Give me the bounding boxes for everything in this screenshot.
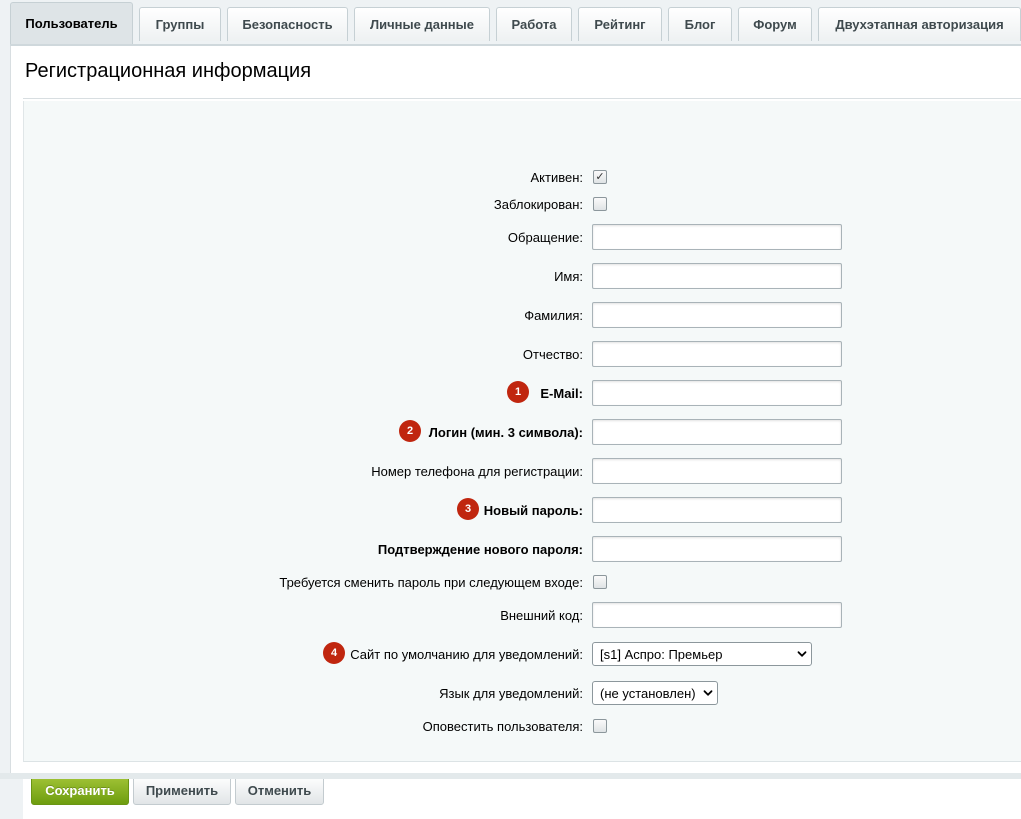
row-new-password: 3 Новый пароль: — [24, 495, 1021, 525]
tab-forum[interactable]: Форум — [738, 7, 812, 41]
first-name-input[interactable] — [592, 263, 842, 289]
checkmark-icon: ✓ — [595, 170, 605, 183]
row-notify-user: Оповестить пользователя: — [24, 711, 1021, 741]
new-password-input[interactable] — [592, 497, 842, 523]
button-bar: Сохранить Применить Отменить — [23, 762, 1021, 819]
language-label: Язык для уведомлений: — [439, 685, 583, 701]
cancel-button[interactable]: Отменить — [235, 775, 324, 805]
row-language: Язык для уведомлений: (не установлен) — [24, 678, 1021, 708]
step-marker-3: 3 — [457, 498, 479, 520]
row-change-password: Требуется сменить пароль при следующем в… — [24, 567, 1021, 597]
phone-input[interactable] — [592, 458, 842, 484]
active-checkbox[interactable]: ✓ — [593, 170, 607, 184]
language-value: (не установлен) — [600, 685, 696, 701]
blocked-label: Заблокирован: — [493, 196, 583, 212]
row-last-name: Фамилия: — [24, 300, 1021, 330]
default-site-select[interactable]: [s1] Аспро: Премьер — [592, 642, 812, 666]
row-external-code: Внешний код: — [24, 600, 1021, 630]
tab-bar: Пользователь Группы Безопасность Личные … — [10, 2, 1021, 46]
step-marker-1: 1 — [507, 381, 529, 403]
new-password-label: Новый пароль: — [483, 502, 583, 518]
notify-user-label: Оповестить пользователя: — [422, 718, 583, 734]
page-footer-strip — [0, 773, 1021, 779]
row-login: 2 Логин (мин. 3 символа): — [24, 417, 1021, 447]
section-title-divider — [23, 98, 1021, 99]
save-button[interactable]: Сохранить — [31, 775, 129, 805]
registration-form: Активен: ✓ Заблокирован: Обращение: Имя:… — [23, 101, 1021, 762]
row-active: Активен: ✓ — [24, 162, 1021, 192]
confirm-password-input[interactable] — [592, 536, 842, 562]
language-select[interactable]: (не установлен) — [592, 681, 718, 705]
user-edit-panel: Регистрационная информация Активен: ✓ За… — [10, 46, 1021, 819]
tab-user[interactable]: Пользователь — [10, 2, 133, 44]
active-label: Активен: — [530, 169, 583, 185]
tab-work[interactable]: Работа — [496, 7, 572, 41]
section-title: Регистрационная информация — [25, 60, 312, 82]
default-site-label: Сайт по умолчанию для уведомлений: — [350, 646, 583, 662]
blocked-checkbox[interactable] — [593, 197, 607, 211]
salutation-label: Обращение: — [507, 229, 583, 245]
change-password-checkbox[interactable] — [593, 575, 607, 589]
email-input[interactable] — [592, 380, 842, 406]
row-middle-name: Отчество: — [24, 339, 1021, 369]
email-label: E-Mail: — [540, 385, 583, 401]
row-default-site: 4 Сайт по умолчанию для уведомлений: [s1… — [24, 639, 1021, 669]
tab-security[interactable]: Безопасность — [227, 7, 348, 41]
phone-label: Номер телефона для регистрации: — [371, 463, 583, 479]
last-name-label: Фамилия: — [524, 307, 583, 323]
salutation-input[interactable] — [592, 224, 842, 250]
tab-rating[interactable]: Рейтинг — [578, 7, 662, 41]
row-salutation: Обращение: — [24, 222, 1021, 252]
external-code-input[interactable] — [592, 602, 842, 628]
row-blocked: Заблокирован: — [24, 189, 1021, 219]
tab-groups[interactable]: Группы — [139, 7, 221, 41]
tab-two-factor-auth[interactable]: Двухэтапная авторизация — [818, 7, 1021, 41]
middle-name-label: Отчество: — [522, 346, 583, 362]
external-code-label: Внешний код: — [500, 607, 583, 623]
notify-user-checkbox[interactable] — [593, 719, 607, 733]
middle-name-input[interactable] — [592, 341, 842, 367]
row-confirm-password: Подтверждение нового пароля: — [24, 534, 1021, 564]
chevron-down-icon — [797, 651, 807, 657]
first-name-label: Имя: — [554, 268, 583, 284]
confirm-password-label: Подтверждение нового пароля: — [377, 541, 583, 557]
row-email: 1 E-Mail: — [24, 378, 1021, 408]
tab-personal-data[interactable]: Личные данные — [354, 7, 490, 41]
default-site-value: [s1] Аспро: Премьер — [600, 646, 723, 662]
step-marker-4: 4 — [323, 642, 345, 664]
row-phone: Номер телефона для регистрации: — [24, 456, 1021, 486]
row-first-name: Имя: — [24, 261, 1021, 291]
login-label: Логин (мин. 3 символа): — [428, 424, 583, 440]
step-marker-2: 2 — [399, 420, 421, 442]
tab-blog[interactable]: Блог — [668, 7, 732, 41]
login-input[interactable] — [592, 419, 842, 445]
change-password-label: Требуется сменить пароль при следующем в… — [279, 574, 583, 590]
apply-button[interactable]: Применить — [133, 775, 231, 805]
last-name-input[interactable] — [592, 302, 842, 328]
chevron-down-icon — [703, 690, 713, 696]
